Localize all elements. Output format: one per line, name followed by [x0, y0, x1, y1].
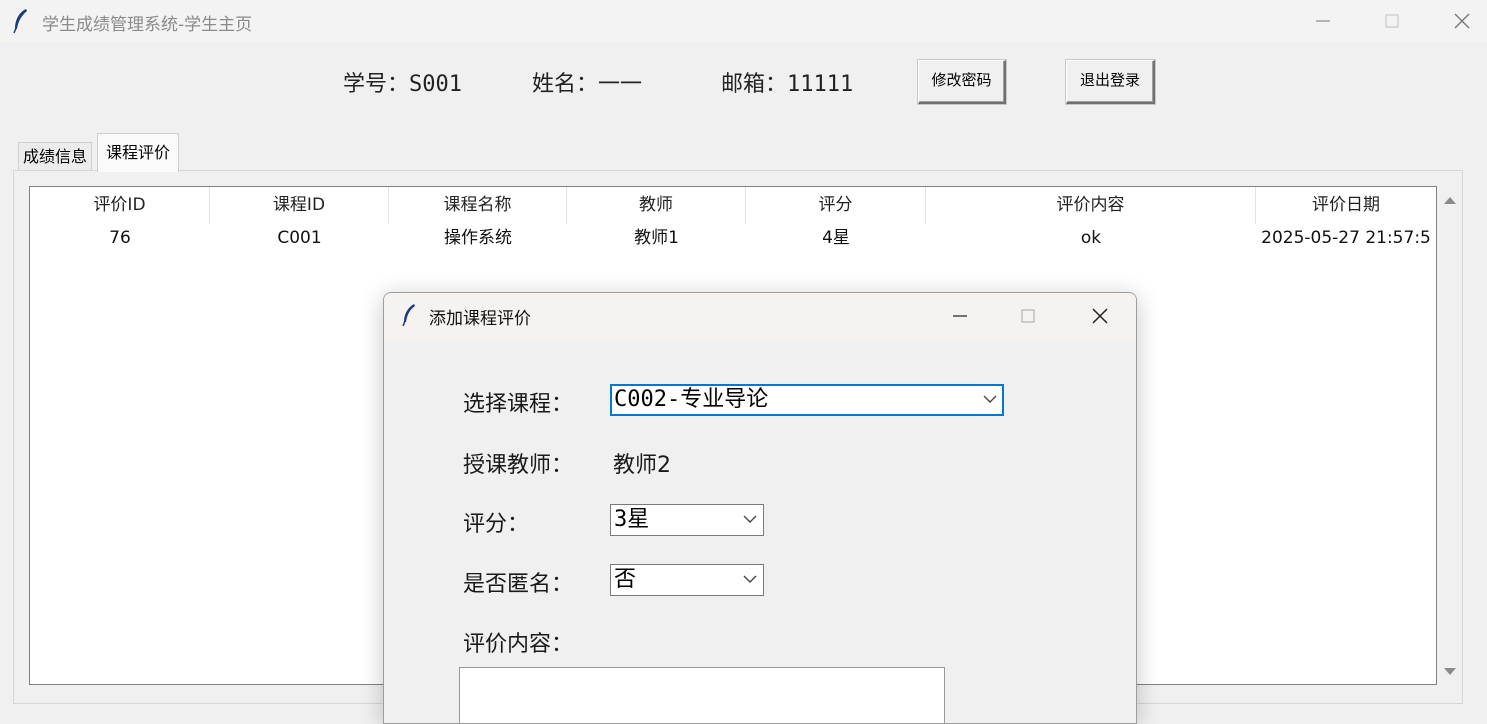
table-cell: 操作系统	[444, 228, 512, 248]
feather-icon	[13, 9, 27, 34]
chevron-down-icon	[983, 395, 997, 403]
anonymous-select-value: 否	[614, 567, 637, 592]
dialog-title-bar: 添加课程评价	[384, 293, 1136, 339]
maximize-button[interactable]	[1357, 0, 1427, 42]
student-email-value: 11111	[787, 72, 854, 97]
column-header[interactable]: 评价内容	[926, 187, 1256, 224]
course-select-value: C002-专业导论	[614, 387, 769, 412]
student-email-label: 邮箱：	[721, 72, 788, 97]
minimize-icon	[1316, 20, 1330, 22]
course-select-label: 选择课程：	[463, 392, 574, 417]
minimize-icon	[953, 315, 967, 317]
tab-course-evaluation[interactable]: 课程评价	[97, 133, 180, 172]
anonymous-select[interactable]: 否	[610, 564, 764, 596]
teacher-label: 授课教师：	[463, 453, 574, 478]
student-email-field: 邮箱：11111	[721, 66, 853, 98]
column-header[interactable]: 课程名称	[389, 187, 567, 224]
dialog-title: 添加课程评价	[429, 309, 531, 329]
dialog-minimize-button[interactable]	[930, 293, 990, 339]
student-id-value: S001	[409, 72, 462, 97]
content-label: 评价内容：	[463, 632, 574, 657]
content-textarea[interactable]	[459, 667, 945, 723]
column-header[interactable]: 评分	[746, 187, 926, 224]
add-evaluation-dialog: 添加课程评价 选择课程： C002-专业导论 授课教师： 教师2 评分： 3星 …	[383, 292, 1137, 724]
column-header[interactable]: 教师	[567, 187, 746, 224]
table-cell: 4星	[822, 228, 850, 248]
student-id-label: 学号：	[343, 72, 410, 97]
column-header[interactable]: 评价ID	[30, 187, 210, 224]
table-cell: ok	[1080, 228, 1102, 248]
student-name-label: 姓名：	[532, 72, 599, 97]
maximize-icon	[1385, 14, 1399, 28]
student-name-field: 姓名：一一	[532, 66, 642, 98]
anonymous-label: 是否匿名：	[463, 572, 574, 597]
chevron-down-icon	[743, 575, 757, 583]
maximize-icon	[1021, 309, 1035, 323]
table-cell: 76	[109, 228, 131, 248]
minimize-button[interactable]	[1288, 0, 1358, 42]
student-id-field: 学号：S001	[343, 66, 462, 98]
rating-select[interactable]: 3星	[610, 504, 764, 536]
close-icon	[1092, 308, 1108, 324]
table-cell: 教师1	[634, 228, 679, 248]
close-icon	[1454, 13, 1470, 29]
rating-select-value: 3星	[614, 507, 650, 532]
teacher-value: 教师2	[613, 453, 671, 478]
table-header: 评价ID 课程ID 课程名称 教师 评分 评价内容 评价日期	[30, 187, 1436, 224]
scroll-up-arrow-icon[interactable]	[1443, 194, 1457, 206]
chevron-down-icon	[743, 515, 757, 523]
column-header[interactable]: 评价日期	[1256, 187, 1436, 224]
table-cell: 2025-05-27 21:57:5	[1261, 228, 1431, 248]
dialog-close-button[interactable]	[1070, 293, 1130, 339]
feather-icon	[402, 304, 415, 327]
dialog-maximize-button[interactable]	[998, 293, 1058, 339]
course-select[interactable]: C002-专业导论	[610, 384, 1004, 416]
window-title: 学生成绩管理系统-学生主页	[42, 15, 253, 35]
table-cell: C001	[277, 228, 322, 248]
close-button[interactable]	[1427, 0, 1487, 42]
main-title-bar: 学生成绩管理系统-学生主页	[0, 0, 1487, 42]
table-row[interactable]: 76 C001 操作系统 教师1 4星 ok 2025-05-27 21:57:…	[30, 224, 1436, 252]
column-header[interactable]: 课程ID	[210, 187, 389, 224]
rating-label: 评分：	[463, 512, 530, 537]
change-password-button[interactable]: 修改密码	[918, 60, 1006, 104]
tab-grades[interactable]: 成绩信息	[18, 142, 93, 170]
logout-button[interactable]: 退出登录	[1066, 60, 1155, 104]
scroll-down-arrow-icon[interactable]	[1443, 666, 1457, 678]
student-name-value: 一一	[598, 72, 643, 97]
